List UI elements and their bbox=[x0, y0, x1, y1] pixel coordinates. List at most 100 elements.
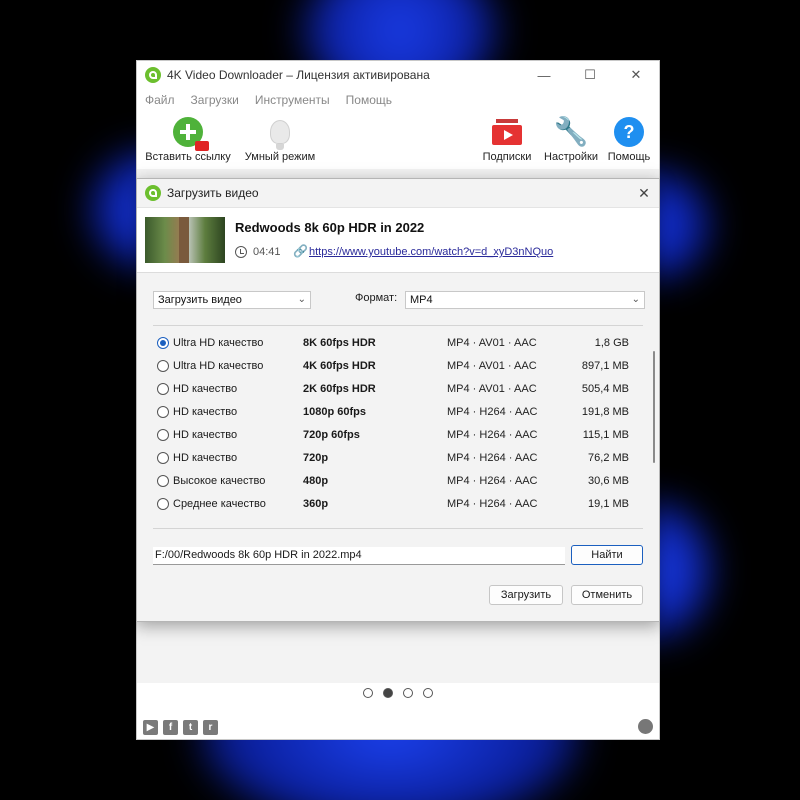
video-thumbnail bbox=[145, 217, 225, 263]
maximize-icon[interactable]: ☐ bbox=[567, 61, 613, 89]
chevron-down-icon: ⌄ bbox=[631, 294, 640, 305]
menubar: Файл Загрузки Инструменты Помощь bbox=[137, 89, 659, 111]
dialog-close-icon[interactable]: ✕ bbox=[629, 179, 659, 207]
quality-option[interactable]: HD качество 720p MP4 · H264 · AAC 76,2 M… bbox=[153, 446, 643, 469]
help-icon: ? bbox=[614, 117, 644, 147]
option-resolution: 2K 60fps HDR bbox=[303, 382, 376, 395]
quality-list: Ultra HD качество 8K 60fps HDR MP4 · AV0… bbox=[153, 331, 643, 515]
link-icon: 🔗 bbox=[293, 244, 308, 258]
pager-dot-2[interactable] bbox=[383, 688, 393, 698]
browse-button[interactable]: Найти bbox=[571, 545, 643, 565]
cancel-button[interactable]: Отменить bbox=[571, 585, 643, 605]
quality-option[interactable]: Ultra HD качество 4K 60fps HDR MP4 · AV0… bbox=[153, 354, 643, 377]
option-quality: HD качество bbox=[173, 382, 238, 395]
option-resolution: 4K 60fps HDR bbox=[303, 359, 376, 372]
facebook-icon[interactable]: f bbox=[163, 719, 178, 735]
pager-dot-1[interactable] bbox=[363, 688, 373, 698]
minimize-icon[interactable]: — bbox=[521, 61, 567, 89]
smart-mode-button[interactable]: Умный режим bbox=[245, 115, 315, 167]
lightbulb-icon bbox=[270, 120, 290, 150]
option-resolution: 360p bbox=[303, 497, 329, 510]
format-select[interactable]: MP4 ⌄ bbox=[405, 291, 645, 309]
option-resolution: 1080p 60fps bbox=[303, 405, 366, 418]
pager-dots bbox=[137, 688, 659, 698]
option-codec: MP4 · H264 · AAC bbox=[447, 497, 538, 510]
pager-dot-4[interactable] bbox=[423, 688, 433, 698]
save-path-input[interactable]: F:/00/Redwoods 8k 60p HDR in 2022.mp4 bbox=[153, 547, 565, 565]
help-label: Помощь bbox=[607, 151, 651, 163]
dialog-logo-icon bbox=[145, 185, 161, 201]
dialog-title: Загрузить видео bbox=[167, 186, 259, 200]
option-quality: Ultra HD качество bbox=[173, 336, 264, 349]
subscriptions-button[interactable]: Подписки bbox=[479, 115, 535, 167]
option-resolution: 480p bbox=[303, 474, 329, 487]
option-quality: HD качество bbox=[173, 405, 238, 418]
twitter-icon[interactable]: t bbox=[183, 719, 198, 735]
option-size: 115,1 MB bbox=[582, 428, 629, 441]
settings-button[interactable]: 🔧 Настройки bbox=[539, 115, 603, 167]
option-size: 1,8 GB bbox=[594, 336, 629, 349]
close-icon[interactable]: ✕ bbox=[613, 61, 659, 89]
reddit-icon[interactable]: r bbox=[203, 719, 218, 735]
download-button[interactable]: Загрузить bbox=[489, 585, 563, 605]
radio-button[interactable] bbox=[157, 359, 169, 372]
clock-icon bbox=[235, 246, 247, 258]
quality-option[interactable]: Среднее качество 360p MP4 · H264 · AAC 1… bbox=[153, 492, 643, 515]
format-select-value: MP4 bbox=[410, 294, 433, 306]
video-duration: 04:41 bbox=[253, 246, 281, 258]
video-url-link[interactable]: https://www.youtube.com/watch?v=d_xyD3nN… bbox=[309, 246, 553, 258]
help-button[interactable]: ? Помощь bbox=[603, 115, 655, 167]
option-resolution: 720p bbox=[303, 451, 329, 464]
globe-icon[interactable] bbox=[638, 719, 653, 734]
option-quality: HD качество bbox=[173, 451, 238, 464]
app-logo-icon bbox=[145, 67, 161, 83]
radio-button[interactable] bbox=[157, 428, 169, 441]
mode-select-value: Загрузить видео bbox=[158, 294, 242, 306]
radio-button[interactable] bbox=[157, 474, 169, 487]
statusbar: ▶ f t r bbox=[137, 715, 659, 739]
wrench-screwdriver-icon: 🔧 bbox=[553, 116, 589, 147]
main-bottom-area: ▶ f t r bbox=[137, 683, 659, 739]
divider bbox=[153, 325, 643, 326]
dialog-titlebar: Загрузить видео ✕ bbox=[137, 179, 659, 207]
radio-button[interactable] bbox=[157, 497, 169, 510]
menu-help[interactable]: Помощь bbox=[346, 93, 392, 107]
option-size: 76,2 MB bbox=[588, 451, 629, 464]
subscriptions-label: Подписки bbox=[482, 151, 532, 163]
add-link-icon bbox=[173, 117, 209, 151]
option-size: 30,6 MB bbox=[588, 474, 629, 487]
option-size: 897,1 MB bbox=[581, 359, 629, 372]
chevron-down-icon: ⌄ bbox=[297, 294, 306, 305]
smart-mode-label: Умный режим bbox=[244, 151, 316, 163]
menu-tools[interactable]: Инструменты bbox=[255, 93, 330, 107]
quality-option[interactable]: HD качество 2K 60fps HDR MP4 · AV01 · AA… bbox=[153, 377, 643, 400]
radio-button[interactable] bbox=[157, 405, 169, 418]
quality-option[interactable]: HD качество 1080p 60fps MP4 · H264 · AAC… bbox=[153, 400, 643, 423]
paste-link-button[interactable]: Вставить ссылку bbox=[143, 115, 233, 167]
radio-button[interactable] bbox=[157, 382, 169, 395]
quality-option[interactable]: Высокое качество 480p MP4 · H264 · AAC 3… bbox=[153, 469, 643, 492]
list-scrollbar[interactable] bbox=[653, 351, 655, 463]
radio-button[interactable] bbox=[157, 451, 169, 464]
quality-option[interactable]: HD качество 720p 60fps MP4 · H264 · AAC … bbox=[153, 423, 643, 446]
mode-select[interactable]: Загрузить видео ⌄ bbox=[153, 291, 311, 309]
subscriptions-icon bbox=[492, 119, 522, 145]
settings-label: Настройки bbox=[544, 151, 598, 163]
paste-link-label: Вставить ссылку bbox=[145, 151, 231, 163]
option-codec: MP4 · H264 · AAC bbox=[447, 451, 538, 464]
youtube-icon[interactable]: ▶ bbox=[143, 719, 158, 735]
option-quality: Ultra HD качество bbox=[173, 359, 264, 372]
option-codec: MP4 · H264 · AAC bbox=[447, 405, 538, 418]
radio-button[interactable] bbox=[157, 336, 169, 349]
pager-dot-3[interactable] bbox=[403, 688, 413, 698]
menu-downloads[interactable]: Загрузки bbox=[191, 93, 239, 107]
download-video-dialog: Загрузить видео ✕ Redwoods 8k 60p HDR in… bbox=[136, 178, 660, 622]
option-size: 191,8 MB bbox=[581, 405, 629, 418]
menu-file[interactable]: Файл bbox=[145, 93, 175, 107]
option-codec: MP4 · AV01 · AAC bbox=[447, 336, 537, 349]
option-resolution: 720p 60fps bbox=[303, 428, 360, 441]
option-size: 19,1 MB bbox=[588, 497, 629, 510]
option-codec: MP4 · AV01 · AAC bbox=[447, 359, 537, 372]
toolbar: Вставить ссылку Умный режим Подписки 🔧 Н… bbox=[137, 111, 659, 169]
quality-option[interactable]: Ultra HD качество 8K 60fps HDR MP4 · AV0… bbox=[153, 331, 643, 354]
